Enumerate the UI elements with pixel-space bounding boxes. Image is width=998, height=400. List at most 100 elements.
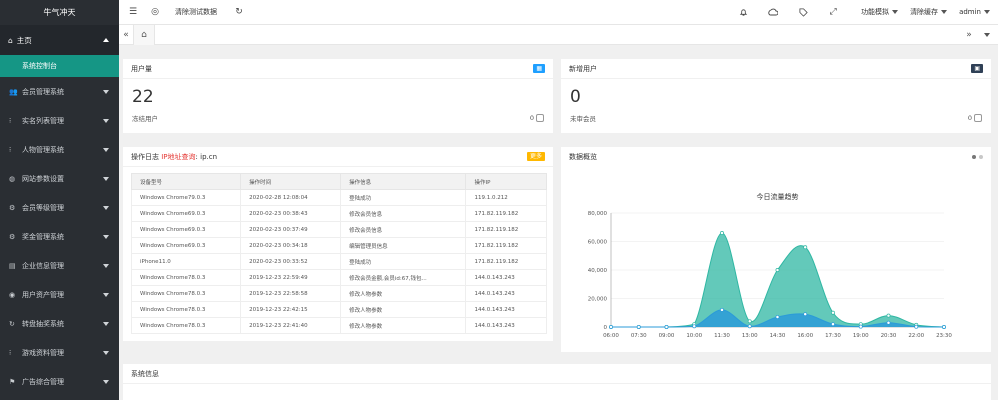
chart-title: 今日流量趋势 bbox=[757, 192, 799, 201]
data-point bbox=[942, 325, 946, 329]
y-tick-label: 60,000 bbox=[588, 240, 608, 246]
y-tick-label: 20,000 bbox=[588, 297, 608, 303]
sidebar-item-home[interactable]: ⌂ 主页 bbox=[0, 25, 119, 55]
sidebar-item-1[interactable]: ⁝ 实名列表管理 bbox=[0, 106, 119, 135]
table-cell: Windows Chrome69.0.3 bbox=[130, 205, 242, 222]
menu-function-mock[interactable]: 功能模拟 bbox=[861, 7, 899, 17]
user-icon: ◉ bbox=[9, 290, 16, 299]
table-cell: 2020-02-23 00:34:18 bbox=[240, 237, 342, 254]
table-row: iPhone11.0 2020-02-23 00:33:52 登陆成功 171.82.… bbox=[130, 253, 547, 270]
table-cell: 修改会员信息 bbox=[340, 221, 467, 238]
table-cell: 144.0.143.243 bbox=[465, 285, 547, 302]
carousel-dot[interactable] bbox=[972, 155, 976, 159]
theme-icon[interactable] bbox=[765, 4, 781, 20]
x-tick-label: 11:30 bbox=[714, 333, 730, 339]
table-cell: 119.1.0.212 bbox=[465, 189, 547, 206]
x-tick-label: 09:00 bbox=[659, 333, 675, 339]
more-button[interactable]: 更多 bbox=[526, 152, 545, 161]
refresh-icon[interactable]: ↻ bbox=[231, 4, 247, 20]
gear-icon: ⚙ bbox=[9, 203, 16, 212]
data-point bbox=[775, 268, 780, 272]
globe-icon[interactable]: ◎ bbox=[147, 4, 163, 20]
table-cell: 修改人物参数 bbox=[340, 301, 467, 318]
user-icon bbox=[536, 114, 544, 122]
column-header: 操作IP bbox=[465, 173, 547, 190]
table-row: Windows Chrome78.0.3 2019-12-23 22:58:58 修… bbox=[130, 285, 547, 302]
sidebar-item-6[interactable]: ▤ 企业信息管理 bbox=[0, 251, 119, 280]
card-title: 用户量 bbox=[131, 64, 152, 73]
x-tick-label: 16:00 bbox=[797, 333, 813, 339]
sidebar: 牛气冲天 ⌂ 主页 系统控制台 👥 会员管理系统 ⁝ 实名列表管理 ⁝ 人物管理系统 ◍ 网站… bbox=[0, 0, 119, 400]
user-menu[interactable]: admin bbox=[959, 8, 990, 16]
home-icon: ⌂ bbox=[141, 29, 147, 40]
tag-icon[interactable] bbox=[795, 4, 811, 20]
data-point bbox=[775, 315, 780, 319]
sidebar-item-9[interactable]: ⁝ 游戏资料管理 bbox=[0, 338, 119, 367]
table-cell: Windows Chrome78.0.3 bbox=[130, 301, 242, 318]
menu-toggle-icon[interactable]: ☰ bbox=[125, 4, 141, 20]
sidebar-item-5[interactable]: ⚙ 奖金管理系统 bbox=[0, 222, 119, 251]
column-header: 操作时间 bbox=[240, 173, 342, 190]
data-point bbox=[609, 325, 613, 329]
tab-home[interactable]: ⌂ bbox=[133, 24, 155, 45]
chevron-down-icon bbox=[103, 321, 109, 326]
chevron-down-icon bbox=[103, 379, 109, 384]
table-row: Windows Chrome69.0.3 2020-02-23 00:38:43 修… bbox=[130, 205, 547, 222]
x-tick-label: 13:00 bbox=[742, 333, 758, 339]
data-point bbox=[886, 313, 891, 318]
refresh-icon: ↻ bbox=[9, 319, 15, 328]
carousel-dot[interactable] bbox=[979, 155, 983, 159]
dots-icon: ⁝ bbox=[9, 145, 12, 154]
tabs-left-icon[interactable]: « bbox=[119, 30, 133, 40]
table-cell: 2020-02-28 12:08:04 bbox=[240, 189, 342, 206]
sidebar-item-4[interactable]: ⚙ 会员等级管理 bbox=[0, 193, 119, 222]
sidebar-item-0[interactable]: 👥 会员管理系统 bbox=[0, 77, 119, 106]
sidebar-item-label: 会员等级管理 bbox=[22, 203, 64, 212]
sidebar-item-label: 转盘抽奖系统 bbox=[22, 319, 64, 328]
data-point bbox=[747, 319, 752, 324]
table-cell: 2020-02-23 00:38:43 bbox=[240, 205, 342, 222]
chevron-down-icon bbox=[941, 10, 948, 14]
badge-icon: ▣ bbox=[971, 64, 983, 73]
user-name: admin bbox=[959, 8, 981, 16]
table-cell: 2019-12-23 22:58:58 bbox=[240, 285, 342, 302]
fullscreen-icon[interactable]: ⤢ bbox=[825, 4, 841, 20]
table-cell: 171.82.119.182 bbox=[465, 253, 547, 270]
clear-test-data-link[interactable]: 清除测试数据 bbox=[175, 7, 217, 17]
ip-lookup-site: ip.cn bbox=[200, 152, 218, 161]
table-cell: 144.0.143.243 bbox=[465, 269, 547, 286]
table-cell: 编辑管理员信息 bbox=[340, 237, 467, 254]
table-cell: Windows Chrome79.0.3 bbox=[130, 189, 242, 206]
sidebar-item-2[interactable]: ⁝ 人物管理系统 bbox=[0, 135, 119, 164]
tabs-right-icon[interactable]: » bbox=[962, 30, 976, 40]
settings-icon: ⚙ bbox=[9, 232, 16, 241]
ip-lookup-link[interactable]: IP地址查询 bbox=[161, 153, 195, 161]
sidebar-item-3[interactable]: ◍ 网站参数设置 bbox=[0, 164, 119, 193]
sidebar-item-label: 实名列表管理 bbox=[22, 116, 64, 125]
home-icon: ⌂ bbox=[8, 35, 13, 45]
chevron-down-icon bbox=[103, 292, 109, 297]
sidebar-item-8[interactable]: ↻ 转盘抽奖系统 bbox=[0, 309, 119, 338]
data-point bbox=[803, 245, 808, 250]
chevron-down-icon bbox=[984, 10, 990, 14]
sidebar-item-label: 网站参数设置 bbox=[22, 174, 64, 183]
chevron-up-icon bbox=[103, 38, 109, 42]
table-cell: 修改人物参数 bbox=[340, 285, 467, 302]
chevron-down-icon bbox=[892, 10, 899, 14]
tabs-menu-icon[interactable] bbox=[980, 30, 994, 40]
table-cell: Windows Chrome78.0.3 bbox=[130, 269, 242, 286]
table-row: Windows Chrome78.0.3 2019-12-23 22:59:49 修… bbox=[130, 269, 547, 286]
card-title: 系统信息 bbox=[131, 369, 159, 378]
table-cell: 2019-12-23 22:42:15 bbox=[240, 301, 342, 318]
table-cell: 171.82.119.182 bbox=[465, 237, 547, 254]
chevron-down-icon bbox=[984, 32, 990, 37]
sidebar-item-7[interactable]: ◉ 用户资产管理 bbox=[0, 280, 119, 309]
bell-icon[interactable] bbox=[735, 4, 751, 20]
sidebar-item-10[interactable]: ⚑ 广告综合管理 bbox=[0, 367, 119, 396]
sidebar-item-label: 主页 bbox=[16, 35, 32, 45]
table-cell: iPhone11.0 bbox=[130, 253, 242, 270]
menu-clear-cache[interactable]: 清除缓存 bbox=[910, 7, 948, 17]
x-tick-label: 07:30 bbox=[631, 333, 647, 339]
series-area bbox=[611, 232, 944, 327]
sidebar-item-console[interactable]: 系统控制台 bbox=[0, 55, 119, 77]
